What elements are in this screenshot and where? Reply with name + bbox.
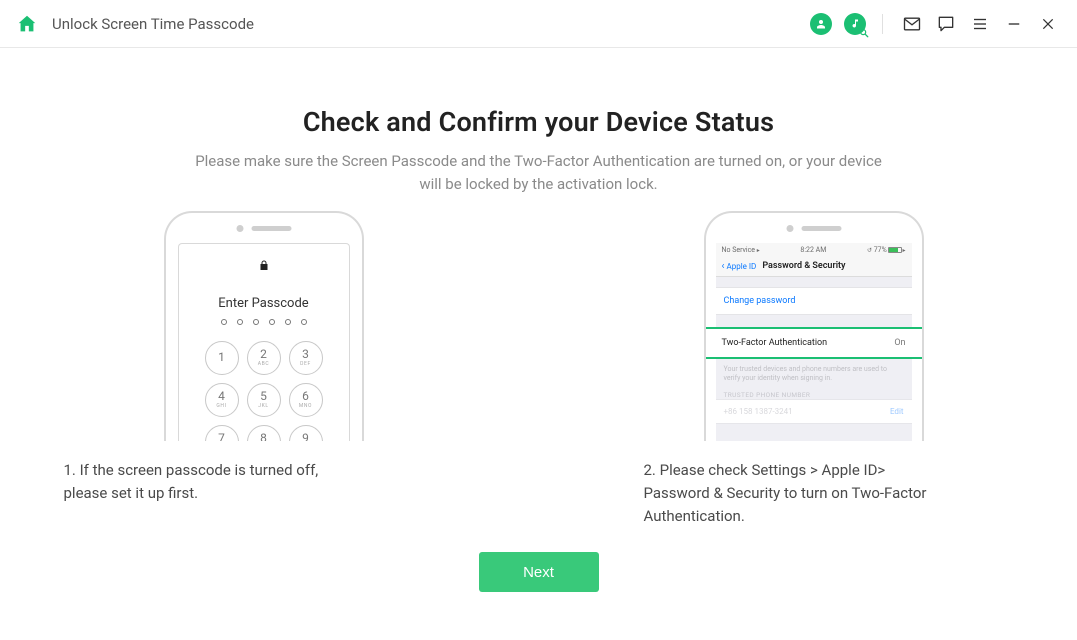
music-search-icon[interactable] [840,9,870,39]
content-area: Check and Confirm your Device Status Ple… [0,106,1077,640]
titlebar: Unlock Screen Time Passcode [0,0,1077,48]
ios-status-bar: No Service ▸ 8:22 AM ↺ 77% ▸ [716,243,912,257]
step1-caption: 1. If the screen passcode is turned off,… [64,459,344,506]
tfa-label: Two-Factor Authentication [722,338,828,348]
menu-icon[interactable] [965,9,995,39]
change-password-cell: Change password [716,287,912,315]
minimize-button[interactable] [999,9,1029,39]
page-title: Unlock Screen Time Passcode [52,15,254,33]
lock-icon [179,258,349,276]
close-button[interactable] [1033,9,1063,39]
navbar-title: Password & Security [762,261,845,271]
account-icon[interactable] [806,9,836,39]
two-factor-auth-row: Two-Factor Authentication On [704,327,924,359]
next-button[interactable]: Next [479,552,599,592]
feedback-icon[interactable] [931,9,961,39]
keypad: 1 2ABC 3DEF 4GHI 5JKL 6MNO 7PQRS 8TUV 9W… [179,341,349,441]
home-icon[interactable] [16,13,38,35]
mail-icon[interactable] [897,9,927,39]
navbar-back: ‹ Apple ID [722,261,757,272]
main-heading: Check and Confirm your Device Status [0,106,1077,138]
step2-column: No Service ▸ 8:22 AM ↺ 77% ▸ ‹ Apple ID … [654,205,974,529]
main-subheading: Please make sure the Screen Passcode and… [189,150,889,197]
step1-column: Enter Passcode 1 2ABC 3DEF 4GHI 5JKL 6MN… [104,205,424,529]
ios-navbar: ‹ Apple ID Password & Security [716,257,912,277]
step2-caption: 2. Please check Settings > Apple ID> Pas… [644,459,934,529]
trusted-phone-row: +86 158 1387-3241 Edit [716,399,912,424]
tfa-value: On [894,338,905,348]
trusted-devices-note: Your trusted devices and phone numbers a… [716,359,912,385]
phone-passcode-illustration: Enter Passcode 1 2ABC 3DEF 4GHI 5JKL 6MN… [164,211,364,441]
passcode-dots [179,319,349,325]
enter-passcode-label: Enter Passcode [179,296,349,311]
phone-2fa-illustration: No Service ▸ 8:22 AM ↺ 77% ▸ ‹ Apple ID … [704,211,924,441]
separator [882,14,883,34]
trusted-phone-header: TRUSTED PHONE NUMBER [716,385,912,399]
